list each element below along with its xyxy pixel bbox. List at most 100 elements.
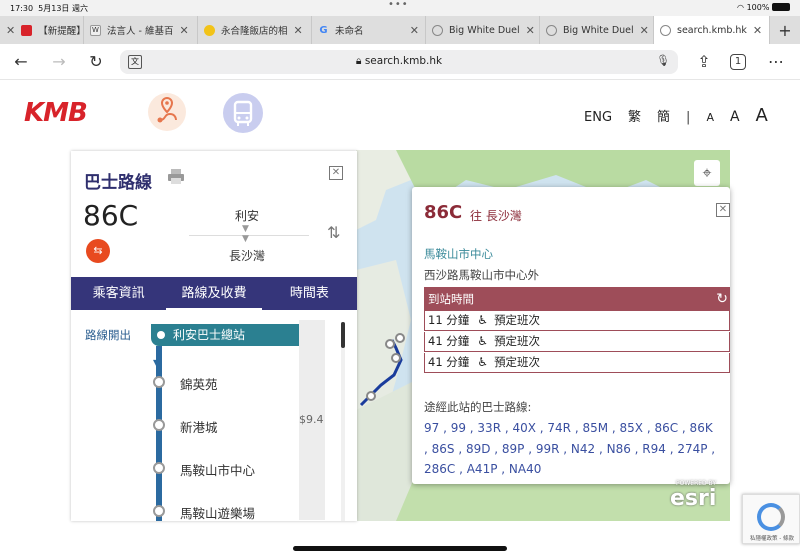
close-tab-icon[interactable]: ✕ — [753, 24, 762, 37]
font-size-large[interactable]: A — [756, 105, 768, 126]
tab-6[interactable]: Big White Duel ✕ — [540, 16, 654, 44]
url-text[interactable]: 🔒︎ search.kmb.hk — [120, 55, 678, 68]
tab-1[interactable]: ✕ 【新提醒】 — [0, 16, 84, 44]
locate-me-icon[interactable]: ⌖ — [694, 160, 720, 186]
scrollbar-thumb[interactable] — [341, 322, 345, 348]
close-tab-icon[interactable]: ✕ — [410, 24, 419, 37]
stop-popup: 86C 往 長沙灣 ✕ 馬鞍山市中心 西沙路馬鞍山市中心外 到站時間 ↻ 11 … — [412, 187, 730, 484]
eta-note: 預定班次 — [494, 355, 541, 369]
route-line — [156, 346, 162, 521]
share-icon[interactable]: ⇪ — [694, 52, 714, 72]
close-tab-icon[interactable]: ✕ — [640, 24, 649, 37]
stop-marker[interactable] — [153, 505, 165, 517]
lang-simplified[interactable]: 簡 — [657, 106, 670, 125]
tab-passenger-info[interactable]: 乘客資訊 — [71, 277, 166, 310]
stop-marker[interactable] — [153, 462, 165, 474]
recaptcha-text[interactable]: 私隱權政策 - 條款 — [743, 534, 800, 542]
eta-minutes: 41 分鐘 — [428, 334, 470, 348]
eta-header: 到站時間 ↻ — [424, 287, 730, 311]
stop-dot — [157, 331, 165, 339]
tabs-overview-icon[interactable]: 1 — [730, 54, 746, 70]
routes-list[interactable]: 97 , 99 , 33R , 40X , 74R , 85M , 85X , … — [424, 418, 720, 480]
close-tab-icon[interactable]: ✕ — [526, 24, 535, 37]
esri-wordmark: esri — [670, 486, 717, 511]
reload-icon[interactable]: ↻ — [86, 52, 106, 72]
stop-name[interactable]: 馬鞍山市中心 — [180, 460, 255, 479]
tab-timetable[interactable]: 時間表 — [262, 277, 357, 310]
close-panel-button[interactable]: ✕ — [329, 166, 343, 180]
close-popup-button[interactable]: ✕ — [716, 203, 730, 217]
microphone-icon[interactable]: 🎙︎ — [656, 54, 670, 67]
tab-route-fare[interactable]: 路線及收費 — [166, 277, 262, 310]
tab-label: Big White Duel — [449, 24, 520, 36]
bus-route-search-icon[interactable] — [223, 93, 263, 133]
route-depart-label: 路線開出 — [85, 328, 131, 342]
esri-powered-by: POWERED BY — [676, 480, 717, 487]
stop-marker[interactable] — [153, 419, 165, 431]
chevron-down-icon: ▼ — [153, 358, 160, 367]
status-time-date: 17:30 5月13日 週六 — [10, 3, 88, 14]
route-planner-icon[interactable] — [148, 93, 186, 131]
address-bar[interactable]: 文 🔒︎ search.kmb.hk 🎙︎ — [120, 50, 678, 74]
lock-icon: 🔒︎ — [355, 55, 362, 67]
destination-stop: 長沙灣 — [228, 249, 265, 263]
eta-minutes: 11 分鐘 — [428, 313, 470, 327]
tab-label: 永合隆飯店的相 — [221, 26, 288, 37]
stop-name[interactable]: 新港城 — [180, 417, 218, 436]
more-options-icon[interactable]: ⋯ — [766, 52, 786, 72]
close-tab-icon[interactable]: ✕ — [294, 24, 303, 37]
stop-name[interactable]: 錦英苑 — [180, 374, 218, 393]
font-size-small[interactable]: A — [706, 111, 714, 124]
wikipedia-favicon-icon: W — [90, 24, 101, 36]
browser-toolbar: ← → ↻ 文 🔒︎ search.kmb.hk 🎙︎ ⇪ 1 ⋯ — [0, 44, 800, 80]
fare-value: $9.4 — [299, 413, 324, 426]
close-tab-icon[interactable]: ✕ — [6, 24, 15, 37]
routes-label: 途經此站的巴士路線: — [424, 400, 532, 414]
popup-direction: 往 長沙灣 — [470, 209, 522, 223]
tab-3[interactable]: 永合隆飯店的相 ✕ — [198, 16, 312, 44]
battery-icon — [772, 3, 790, 11]
status-bar: 17:30 5月13日 週六 ••• ◠ 100% — [0, 0, 800, 16]
multitask-dots[interactable]: ••• — [388, 0, 409, 10]
status-time: 17:30 — [10, 4, 34, 13]
origin-stop: 利安 — [234, 209, 259, 223]
divider: | — [686, 110, 691, 125]
swap-direction-icon[interactable]: ⇅ — [327, 223, 340, 242]
recaptcha-badge[interactable]: 私隱權政策 - 條款 — [742, 494, 800, 544]
tab-label: 未命名 — [335, 26, 364, 37]
scrollbar[interactable] — [341, 322, 345, 521]
refresh-icon[interactable]: ↻ — [716, 287, 728, 311]
close-tab-icon[interactable]: ✕ — [179, 24, 188, 37]
wheelchair-icon: ♿︎ — [477, 334, 489, 348]
eta-note: 預定班次 — [494, 334, 541, 348]
route-panel: 巴士路線 ✕ 86C ⇆ 利安 ▼ ▼ 長沙灣 ⇅ 乘客資訊 路線及收費 時間表 … — [71, 151, 357, 521]
google-favicon-icon: G — [319, 24, 328, 36]
first-stop[interactable]: 利安巴士總站 — [151, 324, 299, 346]
route-number: 86C — [83, 199, 139, 232]
home-indicator[interactable] — [293, 546, 507, 551]
esri-logo: POWERED BY esri — [670, 480, 717, 511]
new-tab-button[interactable]: + — [770, 16, 800, 44]
panel-title: 巴士路線 — [84, 173, 152, 193]
globe-icon — [660, 24, 671, 36]
wheelchair-icon: ♿︎ — [477, 355, 489, 369]
stop-name[interactable]: 馬鞍山遊樂場 — [180, 503, 255, 521]
lang-eng[interactable]: ENG — [584, 110, 612, 125]
font-size-medium[interactable]: A — [730, 109, 740, 125]
chevron-down-icon: ▼ ▼ — [242, 224, 249, 244]
tab-5[interactable]: Big White Duel ✕ — [426, 16, 540, 44]
tab-2[interactable]: W 法言人 - 維基百 ✕ — [84, 16, 198, 44]
globe-icon — [432, 24, 443, 36]
panel-tabs: 乘客資訊 路線及收費 時間表 — [71, 277, 357, 310]
stop-marker[interactable] — [153, 376, 165, 388]
tab-active[interactable]: search.kmb.hk ✕ — [654, 16, 770, 44]
kmb-logo[interactable]: KMB — [24, 98, 88, 128]
eta-header-label: 到站時間 — [428, 292, 474, 306]
tab-label: search.kmb.hk — [677, 24, 747, 36]
bus-company-icon: ⇆ — [86, 239, 110, 263]
forward-arrow-icon[interactable]: → — [49, 52, 69, 72]
lang-traditional[interactable]: 繁 — [628, 106, 641, 125]
back-arrow-icon[interactable]: ← — [11, 52, 31, 72]
tab-4[interactable]: G 未命名 ✕ — [312, 16, 426, 44]
printer-icon[interactable] — [167, 167, 185, 185]
